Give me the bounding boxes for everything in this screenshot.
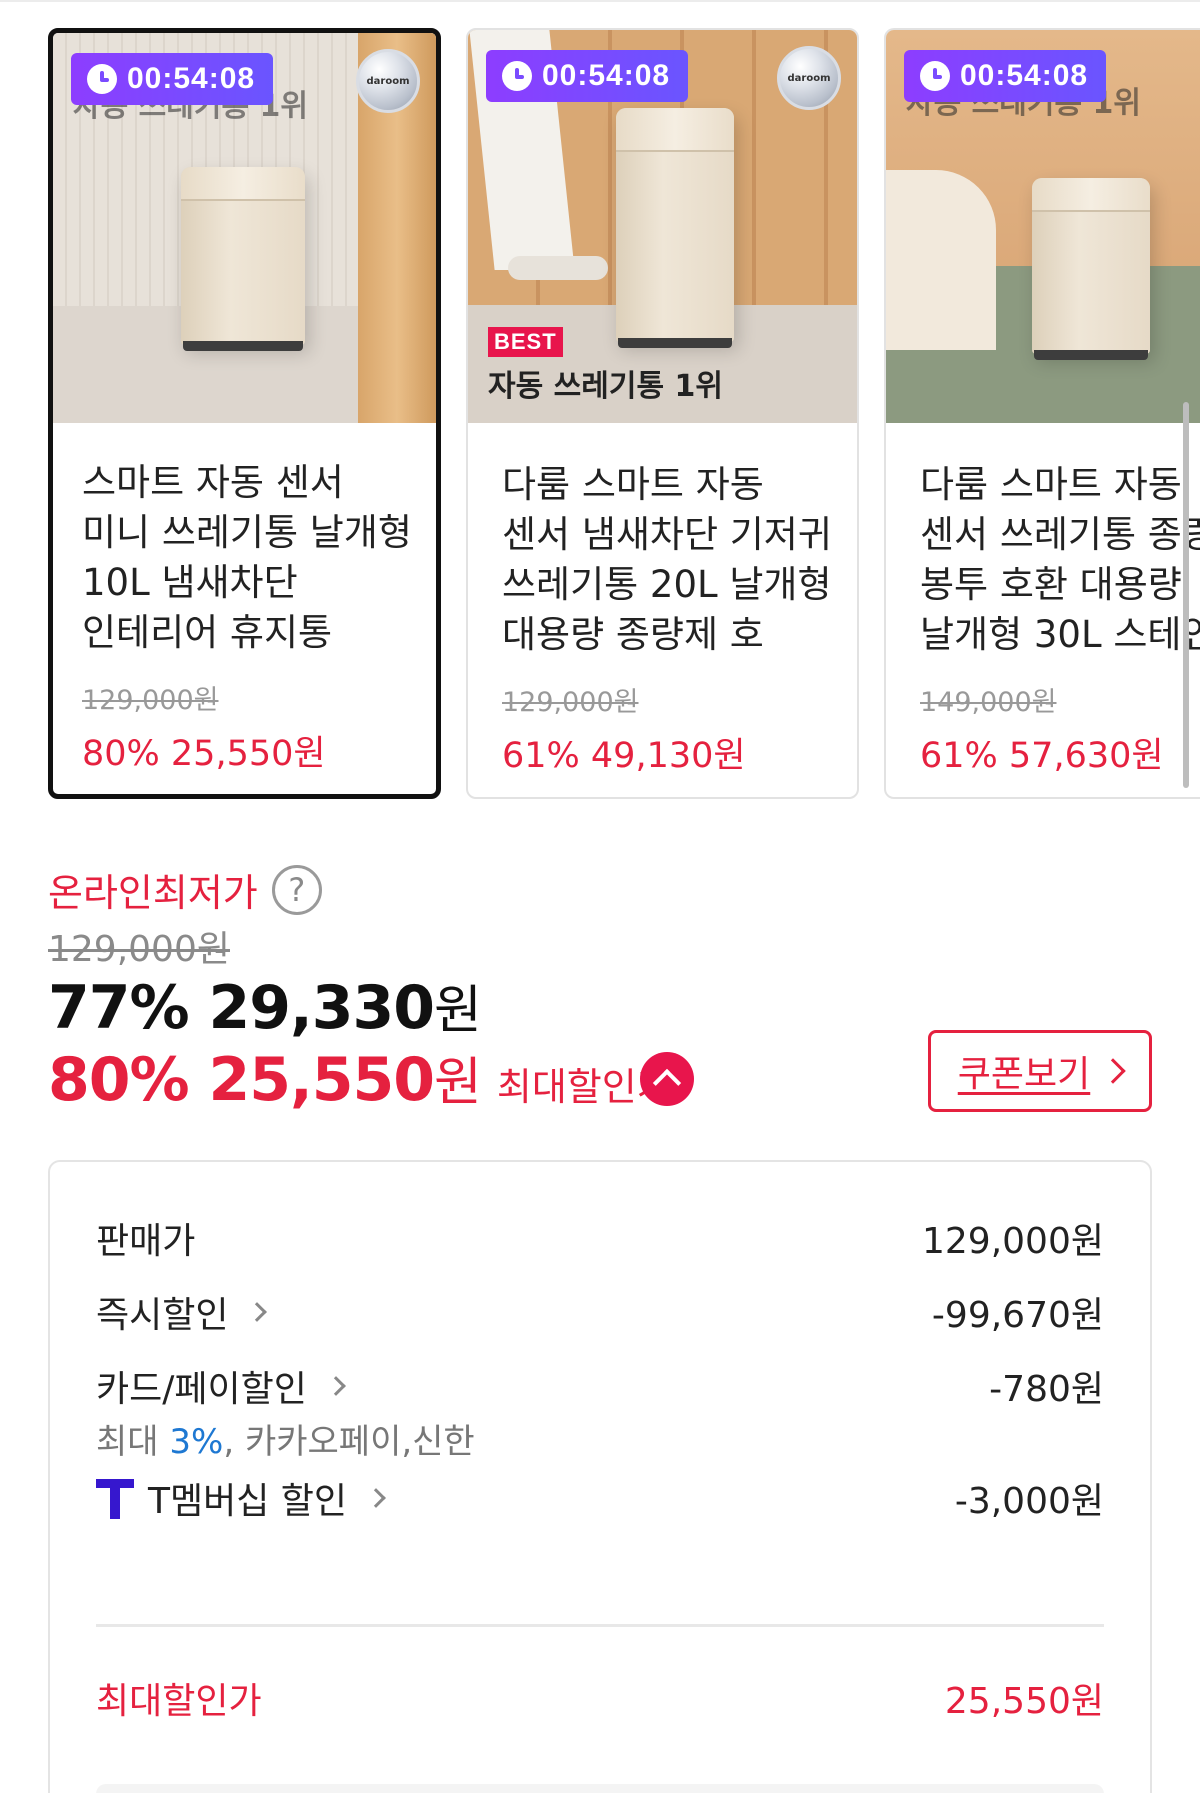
product-image-2: BEST 자동 쓰레기통 1위 00:54:08 daroom: [468, 30, 857, 423]
breakdown-row-card-discount[interactable]: 카드/페이할인 -780원: [96, 1360, 1104, 1412]
alarm-clock-icon: [920, 61, 950, 91]
alarm-clock-icon: [87, 64, 117, 94]
scrollbar[interactable]: [1183, 402, 1189, 788]
breakdown-row-sale-price: 판매가 129,000원: [96, 1221, 1104, 1262]
coupon-button[interactable]: 쿠폰보기: [928, 1030, 1152, 1112]
question-circle-icon[interactable]: ?: [271, 864, 322, 915]
original-price: 129,000원: [82, 685, 219, 716]
product-image-3: 자동 쓰레기통 1위 00:54:08: [886, 30, 1200, 423]
breakdown-row-total: 최대할인가 25,550원: [96, 1681, 1104, 1722]
product-name[interactable]: 스마트 자동 센서 미니 쓰레기통 날개형 10L 냄새차단 인테리어 휴지통: [82, 458, 416, 658]
breakdown-row-tmembership[interactable]: T멤버십 할인 -3,000원: [96, 1472, 1104, 1524]
product-carousel[interactable]: 자동 쓰레기통 1위 00:54:08 daroom 스마트 자동 센서 미니 …: [0, 28, 1200, 802]
product-card-2[interactable]: BEST 자동 쓰레기통 1위 00:54:08 daroom 다룸 스마트 자…: [466, 28, 859, 799]
sale-price: 61% 57,630원: [920, 736, 1164, 776]
product-image-1: 자동 쓰레기통 1위 00:54:08 daroom: [53, 33, 436, 423]
lowest-price-label: 온라인최저가: [48, 871, 258, 915]
current-price: 77% 29,330원: [48, 973, 482, 1043]
product-name[interactable]: 다룸 스마트 자동 센서 쓰레기통 종량제 봉투 호환 대용량 날개형 30L …: [920, 460, 1200, 660]
original-price: 149,000원: [920, 687, 1057, 718]
breakdown-row-instant-discount[interactable]: 즉시할인 -99,670원: [96, 1286, 1104, 1338]
card-discount-detail: 최대 3%, 카카오페이,신한: [96, 1422, 475, 1462]
product-card-1[interactable]: 자동 쓰레기통 1위 00:54:08 daroom 스마트 자동 센서 미니 …: [48, 28, 441, 799]
chevron-right-icon: [247, 1302, 268, 1322]
panel-footer-bar: [96, 1784, 1104, 1793]
max-discount-price: 80% 25,550 원 최대할인가: [48, 1045, 672, 1115]
sale-price: 61% 49,130원: [502, 736, 746, 776]
countdown-timer: 00:54:08: [904, 50, 1107, 102]
chevron-right-icon: [366, 1488, 386, 1508]
list-price: 129,000원: [48, 929, 230, 970]
product-card-3[interactable]: 자동 쓰레기통 1위 00:54:08 다룸 스마트 자동 센서 쓰레기통 종량…: [884, 28, 1200, 799]
best-badge: BEST: [488, 327, 563, 357]
top-divider: [0, 0, 1200, 2]
chevron-right-icon: [325, 1376, 346, 1396]
countdown-timer: 00:54:08: [486, 50, 689, 102]
chevron-up-icon[interactable]: [640, 1052, 694, 1106]
sale-price: 80% 25,550원: [82, 734, 326, 774]
price-breakdown-panel: 판매가 129,000원 즉시할인 -99,670원 카드/페이할인 -780원…: [48, 1160, 1152, 1793]
alarm-clock-icon: [502, 61, 532, 91]
product-name[interactable]: 다룸 스마트 자동 센서 냄새차단 기저귀 쓰레기통 20L 날개형 대용량 종…: [502, 460, 837, 660]
chevron-right-icon: [1100, 1058, 1126, 1084]
lowest-price-header: 온라인최저가 ?: [48, 862, 322, 917]
original-price: 129,000원: [502, 687, 639, 718]
image-caption: 자동 쓰레기통 1위: [488, 369, 723, 404]
t-membership-logo-icon: [96, 1477, 134, 1519]
brand-seal-icon: daroom: [356, 49, 420, 113]
divider: [96, 1624, 1104, 1627]
countdown-timer: 00:54:08: [71, 53, 274, 105]
brand-seal-icon: daroom: [777, 46, 841, 110]
